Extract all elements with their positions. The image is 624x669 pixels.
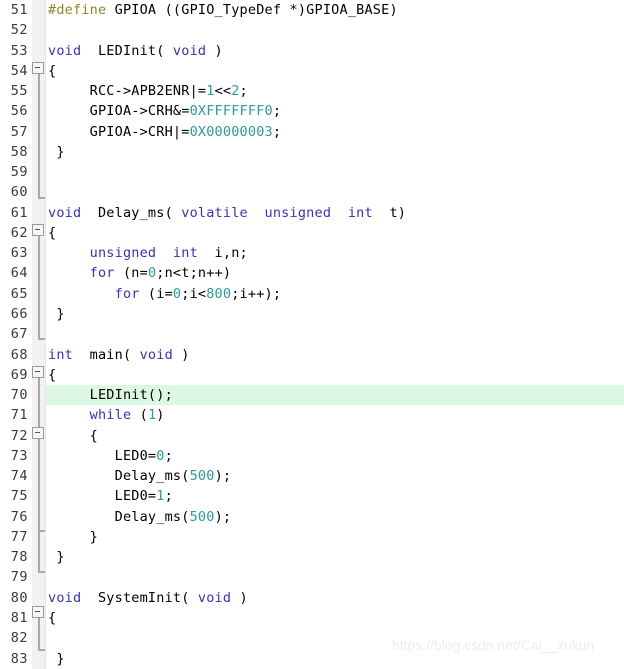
code-text-64[interactable]: for (n=0;n<t;n++) [48, 263, 231, 283]
code-line-55[interactable]: 55 RCC->APB2ENR|=1<<2; [0, 81, 624, 101]
line-number-67: 67 [10, 326, 28, 343]
line-number-58: 58 [10, 143, 28, 160]
code-text-56[interactable]: GPIOA->CRH&=0XFFFFFFF0; [48, 101, 281, 121]
code-line-77[interactable]: 77 } [0, 527, 624, 547]
line-number-61: 61 [10, 204, 28, 221]
code-editor[interactable]: 51 #define GPIOA ((GPIO_TypeDef *)GPIOA_B… [0, 0, 624, 669]
line-number-77: 77 [10, 528, 28, 545]
code-line-62[interactable]: 62 { [0, 223, 624, 243]
line-number-83: 83 [10, 650, 28, 667]
code-line-59[interactable]: 59 [0, 162, 624, 182]
line-number-78: 78 [10, 549, 28, 566]
line-number-54: 54 [10, 62, 28, 79]
line-number-64: 64 [10, 265, 28, 282]
fold-toggle-81[interactable] [32, 606, 44, 618]
line-number-60: 60 [10, 184, 28, 201]
code-text-77[interactable]: } [48, 527, 98, 547]
code-line-74[interactable]: 74 Delay_ms(500); [0, 466, 624, 486]
code-line-79[interactable]: 79 [0, 567, 624, 587]
line-number-79: 79 [10, 569, 28, 586]
code-text-81[interactable]: { [48, 608, 56, 628]
code-text-58[interactable]: } [48, 142, 65, 162]
code-line-60[interactable]: 60 [0, 182, 624, 202]
code-text-83[interactable]: } [48, 649, 65, 669]
line-number-66: 66 [10, 305, 28, 322]
line-number-73: 73 [10, 447, 28, 464]
code-text-80[interactable]: void SystemInit( void ) [48, 588, 248, 608]
code-line-71[interactable]: 71 while (1) [0, 405, 624, 425]
code-line-81[interactable]: 81 { [0, 608, 624, 628]
line-number-65: 65 [10, 285, 28, 302]
line-number-52: 52 [10, 22, 28, 39]
watermark-text: https://blog.csdn.net/Cai__xukun [392, 638, 595, 653]
code-text-76[interactable]: Delay_ms(500); [48, 507, 231, 527]
fold-toggle-72[interactable] [32, 427, 44, 439]
line-number-57: 57 [10, 123, 28, 140]
code-line-61[interactable]: 61 void Delay_ms( volatile unsigned int t… [0, 203, 624, 223]
line-number-72: 72 [10, 427, 28, 444]
code-line-66[interactable]: 66 } [0, 304, 624, 324]
code-line-78[interactable]: 78 } [0, 547, 624, 567]
line-number-76: 76 [10, 508, 28, 525]
code-line-72[interactable]: 72 { [0, 426, 624, 446]
code-line-58[interactable]: 58 } [0, 142, 624, 162]
line-number-56: 56 [10, 103, 28, 120]
code-text-57[interactable]: GPIOA->CRH|=0X00000003; [48, 122, 281, 142]
code-text-66[interactable]: } [48, 304, 65, 324]
code-line-64[interactable]: 64 for (n=0;n<t;n++) [0, 263, 624, 283]
line-number-62: 62 [10, 224, 28, 241]
line-number-81: 81 [10, 609, 28, 626]
code-line-63[interactable]: 63 unsigned int i,n; [0, 243, 624, 263]
code-line-67[interactable]: 67 [0, 324, 624, 344]
line-number-63: 63 [10, 245, 28, 262]
code-text-69[interactable]: { [48, 365, 56, 385]
code-line-69[interactable]: 69 { [0, 365, 624, 385]
code-text-53[interactable]: void LEDInit( void ) [48, 41, 223, 61]
code-line-57[interactable]: 57 GPIOA->CRH|=0X00000003; [0, 122, 624, 142]
code-text-65[interactable]: for (i=0;i<800;i++); [48, 284, 281, 304]
code-line-65[interactable]: 65 for (i=0;i<800;i++); [0, 284, 624, 304]
fold-toggle-54[interactable] [32, 62, 44, 74]
code-line-68[interactable]: 68 int main( void ) [0, 345, 624, 365]
code-line-75[interactable]: 75 LED0=1; [0, 486, 624, 506]
line-number-74: 74 [10, 468, 28, 485]
line-number-51: 51 [10, 2, 28, 18]
code-text-72[interactable]: { [48, 426, 98, 446]
code-line-53[interactable]: 53 void LEDInit( void ) [0, 41, 624, 61]
line-number-55: 55 [10, 83, 28, 100]
code-line-70[interactable]: 70 LEDInit(); [0, 385, 624, 406]
line-number-69: 69 [10, 366, 28, 383]
code-line-54[interactable]: 54 { [0, 61, 624, 81]
code-text-63[interactable]: unsigned int i,n; [48, 243, 248, 263]
code-text-61[interactable]: void Delay_ms( volatile unsigned int t) [48, 203, 406, 223]
code-text-62[interactable]: { [48, 223, 56, 243]
code-text-71[interactable]: while (1) [48, 405, 165, 425]
fold-toggle-62[interactable] [32, 224, 44, 236]
code-text-55[interactable]: RCC->APB2ENR|=1<<2; [48, 81, 248, 101]
line-number-70: 70 [10, 387, 28, 404]
code-text-68[interactable]: int main( void ) [48, 345, 190, 365]
fold-toggle-69[interactable] [32, 366, 44, 378]
code-lines[interactable]: 51 #define GPIOA ((GPIO_TypeDef *)GPIOA_B… [0, 0, 624, 669]
line-number-82: 82 [10, 630, 28, 647]
line-number-75: 75 [10, 488, 28, 505]
line-number-68: 68 [10, 346, 28, 363]
code-text-74[interactable]: Delay_ms(500); [48, 466, 231, 486]
line-number-53: 53 [10, 42, 28, 59]
line-number-71: 71 [10, 407, 28, 424]
code-line-51[interactable]: 51 #define GPIOA ((GPIO_TypeDef *)GPIOA_B… [0, 0, 624, 20]
code-text-78[interactable]: } [48, 547, 65, 567]
code-line-52[interactable]: 52 [0, 20, 624, 40]
line-number-80: 80 [10, 589, 28, 606]
code-text-54[interactable]: { [48, 61, 56, 81]
code-text-75[interactable]: LED0=1; [48, 486, 173, 506]
code-text-73[interactable]: LED0=0; [48, 446, 173, 466]
code-line-76[interactable]: 76 Delay_ms(500); [0, 507, 624, 527]
line-number-59: 59 [10, 164, 28, 181]
code-line-80[interactable]: 80 void SystemInit( void ) [0, 588, 624, 608]
code-text-70[interactable]: LEDInit(); [48, 385, 173, 406]
code-line-56[interactable]: 56 GPIOA->CRH&=0XFFFFFFF0; [0, 101, 624, 121]
code-text-51[interactable]: #define GPIOA ((GPIO_TypeDef *)GPIOA_BAS… [48, 0, 398, 20]
code-line-73[interactable]: 73 LED0=0; [0, 446, 624, 466]
